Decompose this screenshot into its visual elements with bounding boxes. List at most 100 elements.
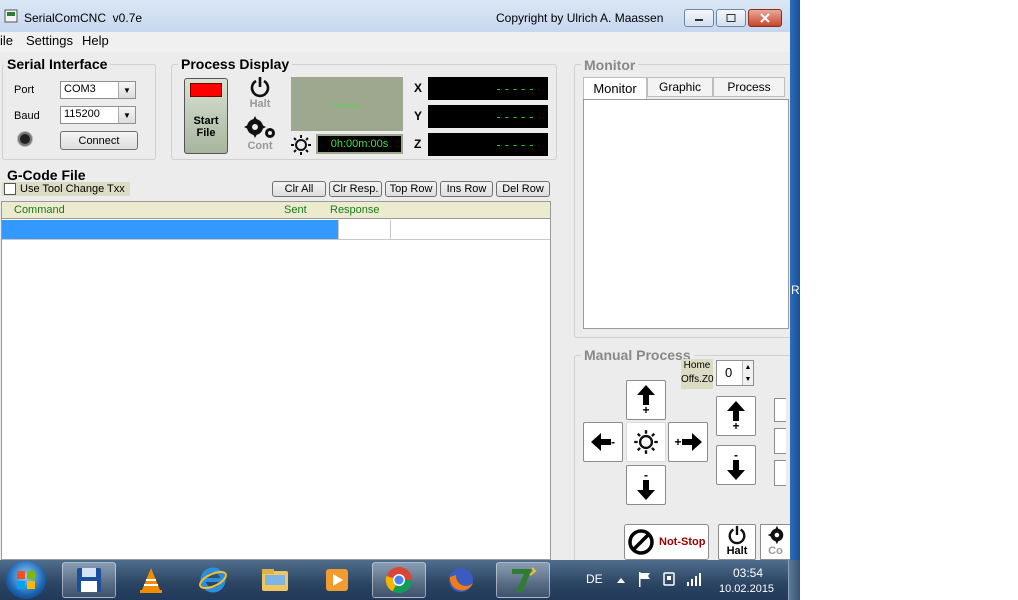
baud-select[interactable]: 115200 ▼	[60, 106, 136, 124]
clear-response-button[interactable]: Clr Resp.	[329, 181, 382, 197]
tool-change-checkbox[interactable]	[4, 183, 16, 195]
z-minus-button[interactable]: -	[716, 445, 756, 485]
folder-icon	[262, 569, 288, 591]
y-plus-button[interactable]: +	[626, 380, 666, 420]
port-value: COM3	[64, 83, 96, 95]
taskbar-firefox[interactable]	[434, 562, 488, 598]
start-button[interactable]	[6, 561, 46, 599]
clock-date[interactable]: 10.02.2015	[719, 583, 774, 595]
taskbar-7zip[interactable]	[496, 562, 550, 598]
network-signal-icon[interactable]	[686, 572, 702, 586]
start-indicator	[190, 83, 222, 97]
maximize-button[interactable]	[716, 9, 746, 27]
selected-cell[interactable]	[2, 220, 338, 239]
cont-button[interactable]: Cont	[240, 116, 280, 154]
port-select[interactable]: COM3 ▼	[60, 81, 136, 99]
table-row[interactable]	[2, 220, 550, 240]
taskbar-explorer[interactable]	[248, 562, 302, 598]
not-stop-button[interactable]: Not-Stop	[624, 524, 709, 560]
manual-cont-label: Co	[768, 545, 783, 557]
app-icon	[4, 9, 18, 23]
manual-process-title: Manual Process	[581, 347, 694, 363]
column-sent[interactable]: Sent	[284, 204, 307, 216]
monitor-output[interactable]	[583, 99, 789, 329]
usb-device-icon[interactable]	[662, 571, 676, 587]
taskbar-serialcomcnc[interactable]	[62, 562, 116, 598]
manual-cont-button[interactable]: Co	[760, 524, 790, 560]
power-icon	[728, 525, 746, 545]
y-minus-label: -	[644, 468, 648, 482]
halt-label: Halt	[249, 98, 271, 110]
menu-help[interactable]: Help	[82, 33, 109, 48]
stop-icon	[628, 529, 654, 555]
close-icon	[760, 13, 770, 23]
axis-label-x: X	[414, 81, 423, 95]
action-center-flag-icon[interactable]	[638, 571, 652, 587]
show-desktop-button[interactable]	[788, 560, 800, 600]
clock-time[interactable]: 03:54	[733, 566, 763, 580]
delete-row-button[interactable]: Del Row	[496, 181, 550, 197]
language-indicator[interactable]: DE	[586, 572, 603, 586]
home-label-line1: Home	[683, 360, 711, 371]
taskbar-media-player[interactable]	[310, 562, 364, 598]
menu-settings[interactable]: Settings	[26, 33, 73, 48]
x-minus-label: -	[611, 435, 615, 449]
top-row-button[interactable]: Top Row	[385, 181, 437, 197]
start-file-button[interactable]: Start File	[184, 78, 228, 154]
x-minus-button[interactable]: -	[583, 422, 623, 462]
start-label-line1: Start	[193, 115, 219, 127]
axis-display-x: -----	[428, 77, 548, 100]
tab-process[interactable]: Process	[713, 77, 785, 97]
firefox-icon	[449, 568, 473, 592]
clear-all-button[interactable]: Clr All	[272, 181, 326, 197]
axis-label-z: Z	[414, 137, 422, 151]
arrow-down-icon	[727, 460, 745, 480]
manual-halt-button[interactable]: Halt	[718, 524, 756, 560]
halt-button[interactable]: Halt	[240, 76, 280, 114]
stepper-up-icon[interactable]: ▲	[742, 361, 753, 373]
baud-label: Baud	[14, 110, 40, 122]
home-offset-stepper[interactable]: 0 ▲ ▼	[716, 360, 754, 386]
row-divider	[390, 220, 391, 239]
row-divider	[338, 220, 339, 239]
tab-monitor[interactable]: Monitor	[583, 77, 647, 99]
side-button-3[interactable]	[774, 460, 786, 486]
taskbar-internet-explorer[interactable]	[186, 562, 240, 598]
serial-interface-title: Serial Interface	[4, 56, 111, 72]
menu-file[interactable]: ile	[0, 33, 13, 48]
tab-graphic[interactable]: Graphic	[647, 77, 713, 97]
x-plus-button[interactable]: +	[668, 422, 708, 462]
side-button-2[interactable]	[774, 428, 786, 454]
close-button[interactable]	[748, 9, 782, 27]
column-command[interactable]: Command	[14, 204, 65, 216]
minimize-button[interactable]	[684, 9, 714, 27]
status-display: -----	[291, 77, 403, 131]
taskbar-chrome[interactable]	[372, 562, 426, 598]
axis-label-y: Y	[414, 109, 423, 123]
taskbar-vlc[interactable]	[124, 562, 178, 598]
side-button-1[interactable]	[774, 398, 786, 422]
z-plus-button[interactable]: +	[716, 396, 756, 436]
vlc-cone-icon	[140, 568, 162, 593]
process-display-title: Process Display	[178, 56, 293, 72]
connect-button[interactable]: Connect	[60, 131, 138, 150]
status-dashes: -----	[333, 96, 361, 112]
x-plus-label: +	[674, 435, 682, 449]
chevron-down-icon[interactable]: ▼	[118, 82, 135, 98]
tab-graphic-label: Graphic	[658, 80, 702, 94]
title-bar: SerialComCNC v0.7e Copyright by Ulrich A…	[0, 0, 790, 32]
stepper-down-icon[interactable]: ▼	[742, 373, 753, 385]
side-char: R	[791, 283, 800, 297]
column-response[interactable]: Response	[330, 204, 380, 216]
y-minus-button[interactable]: -	[626, 465, 666, 505]
menu-bar: ile Settings Help	[0, 32, 790, 52]
axis-display-y: -----	[428, 105, 548, 128]
chevron-down-icon[interactable]: ▼	[118, 107, 135, 123]
spindle-icon	[634, 430, 658, 454]
show-hidden-icons-icon[interactable]	[616, 576, 626, 584]
arrow-up-icon	[637, 385, 655, 405]
power-icon	[250, 77, 270, 98]
insert-row-button[interactable]: Ins Row	[440, 181, 493, 197]
spindle-button[interactable]	[626, 422, 666, 462]
arrow-up-icon	[727, 401, 745, 421]
